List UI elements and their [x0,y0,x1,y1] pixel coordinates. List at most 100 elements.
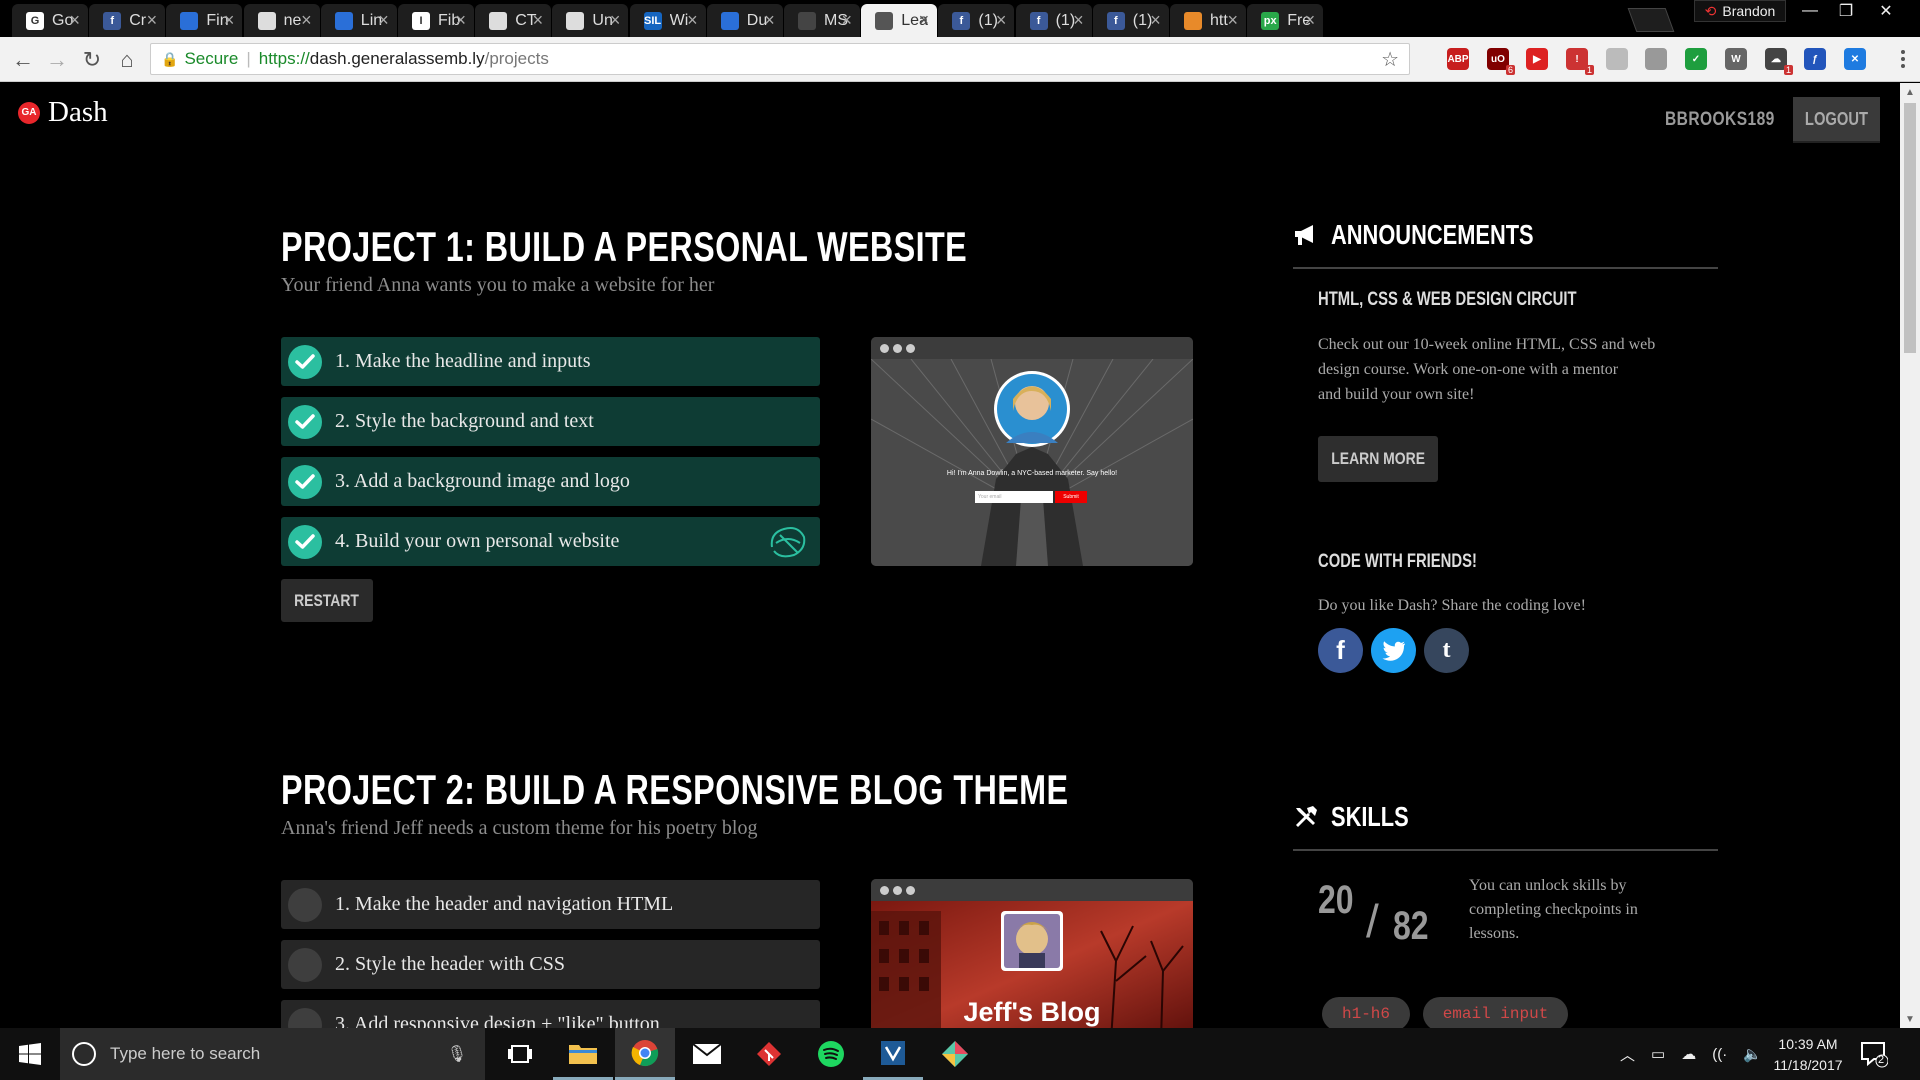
announcements-heading: ANNOUNCEMENTS [1293,219,1591,251]
chrome-taskbar-icon[interactable] [615,1028,675,1080]
learn-more-button[interactable]: LEARN MORE [1318,436,1438,482]
project-1-preview[interactable]: Hi! I'm Anna Dowlin, a NYC-based markete… [871,337,1193,566]
minimize-button[interactable]: — [1792,0,1828,22]
project-2-preview[interactable]: Jeff's Blog [871,879,1193,1028]
checkpoint-step[interactable]: 2. Style the background and text [281,397,820,446]
ublock-icon[interactable]: uO 6 [1487,48,1515,75]
alert-extension-icon[interactable]: ! 1 [1566,48,1594,75]
dash-logo[interactable]: GA Dash [18,96,108,129]
action-center-icon[interactable]: 2 [1860,1040,1889,1073]
git-client-icon[interactable] [739,1028,799,1080]
visual-studio-icon[interactable] [863,1028,923,1080]
blue-x-extension-icon[interactable]: ✕ [1844,48,1866,70]
checkpoint-step[interactable]: 1. Make the header and navigation HTML [281,880,820,929]
checkpoint-step[interactable]: 4. Build your own personal website [281,517,820,566]
checkmark-icon [288,464,322,499]
tab-close-icon[interactable]: × [1227,10,1238,31]
checkmark-extension-icon[interactable]: ✓ [1685,48,1707,70]
address-bar[interactable]: 🔒 Secure | https:// dash.generalassemb.l… [150,43,1410,75]
onedrive-icon[interactable]: ☁ [1681,1045,1696,1063]
browser-tab[interactable]: Un × [552,4,629,37]
task-view-icon[interactable] [490,1028,550,1080]
url-scheme: https:// [258,49,310,68]
browser-tab[interactable]: Fin × [166,4,243,37]
browser-tab[interactable]: MS × [784,4,860,37]
close-window-button[interactable]: ✕ [1868,0,1904,22]
forward-arrow-icon[interactable]: → [42,45,72,75]
file-explorer-icon[interactable] [553,1028,613,1080]
taskbar-search-box[interactable]: Type here to search 🎙 [60,1028,485,1080]
mail-icon[interactable] [677,1028,737,1080]
checkpoint-step[interactable]: 2. Style the header with CSS [281,940,820,989]
wifi-icon[interactable]: ((· [1712,1046,1727,1063]
tab-close-icon[interactable]: × [224,10,235,31]
browser-tab[interactable]: f (1) × [1015,4,1092,37]
battery-icon[interactable]: ▭ [1651,1045,1665,1063]
reload-icon[interactable]: ↻ [77,45,107,75]
spotify-icon[interactable] [801,1028,861,1080]
browser-tab[interactable]: f Cr × [89,4,166,37]
browser-tab[interactable]: G Go × [12,4,88,37]
browser-tab[interactable]: f (1) × [938,4,1015,37]
tray-chevron-icon[interactable]: ︿ [1620,1044,1635,1065]
feather-extension-icon[interactable]: ƒ [1804,48,1826,70]
browser-tab[interactable]: Lea × [861,4,938,37]
browser-tab[interactable]: CT × [475,4,552,37]
tab-close-icon[interactable]: × [919,10,930,31]
home-icon[interactable]: ⌂ [112,45,142,75]
browser-tab[interactable]: Lin × [320,4,397,37]
skill-chip[interactable]: email input [1423,997,1568,1028]
tab-close-icon[interactable]: × [1305,10,1316,31]
tab-close-icon[interactable]: × [378,10,389,31]
w-extension-icon[interactable]: W [1725,48,1747,70]
windows-start-icon[interactable] [0,1028,60,1080]
tab-close-icon[interactable]: × [996,10,1007,31]
checkpoint-step[interactable]: 3. Add a background image and logo [281,457,820,506]
checkpoint-step[interactable]: 3. Add responsive design + "like" button [281,1000,820,1028]
tab-close-icon[interactable]: × [533,10,544,31]
browser-tab[interactable]: htt × [1170,4,1246,37]
browser-tab[interactable]: f (1) × [1092,4,1169,37]
adblock-plus-icon[interactable]: ABP [1447,48,1469,70]
tumblr-share-icon[interactable]: t [1424,628,1469,673]
browser-tab[interactable]: SIL Wi × [629,4,706,37]
microphone-icon[interactable]: 🎙 [447,1044,467,1064]
tab-close-icon[interactable]: × [687,10,698,31]
browser-tab[interactable]: I Fib × [398,4,474,37]
screenshot-extension-icon[interactable] [1645,48,1667,70]
tab-close-icon[interactable]: × [69,10,80,31]
browser-tab[interactable]: ne × [243,4,320,37]
tab-close-icon[interactable]: × [610,10,621,31]
weather-extension-icon[interactable]: ☁ 1 [1765,48,1793,75]
browser-tab[interactable]: px Fre × [1247,4,1324,37]
profile-button[interactable]: ⟲ Brandon [1694,0,1786,22]
scroll-up-arrow-icon[interactable]: ▲ [1900,83,1920,101]
tab-close-icon[interactable]: × [147,10,158,31]
username-link[interactable]: BBROOKS189 [1665,109,1775,131]
restart-button[interactable]: RESTART [281,579,373,622]
tab-close-icon[interactable]: × [455,10,466,31]
tab-close-icon[interactable]: × [841,10,852,31]
restore-button[interactable]: ❐ [1828,0,1864,22]
twitter-share-icon[interactable] [1371,628,1416,673]
tab-close-icon[interactable]: × [1073,10,1084,31]
taskbar-clock[interactable]: 10:39 AM 11/18/2017 [1767,1034,1849,1076]
tab-close-icon[interactable]: × [1150,10,1161,31]
page-scrollbar[interactable]: ▲ ▼ [1900,83,1920,1028]
tab-close-icon[interactable]: × [301,10,312,31]
tab-close-icon[interactable]: × [764,10,775,31]
skill-chip[interactable]: h1-h6 [1322,997,1410,1028]
back-arrow-icon[interactable]: ← [8,45,38,75]
bookmark-star-icon[interactable]: ☆ [1381,47,1399,72]
browser-menu-icon[interactable] [1898,47,1908,71]
scroll-down-arrow-icon[interactable]: ▼ [1900,1010,1920,1028]
volume-icon[interactable]: 🔈 [1743,1045,1762,1063]
scrollbar-thumb[interactable] [1904,103,1916,353]
note-extension-icon[interactable] [1606,48,1628,70]
browser-tab[interactable]: Du × [706,4,783,37]
gitkraken-icon[interactable] [925,1028,985,1080]
video-extension-icon[interactable]: ▶ [1526,48,1548,70]
facebook-share-icon[interactable]: f [1318,628,1363,673]
checkpoint-step[interactable]: 1. Make the headline and inputs [281,337,820,386]
logout-button[interactable]: LOGOUT [1793,97,1880,143]
